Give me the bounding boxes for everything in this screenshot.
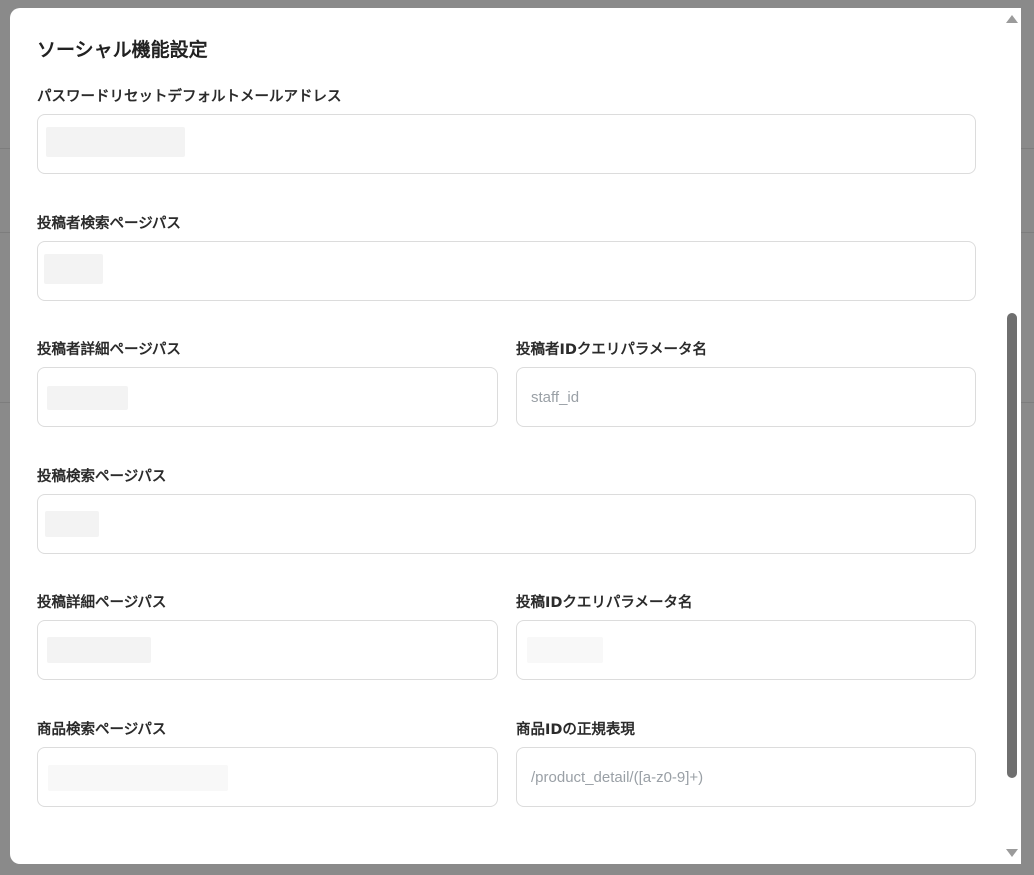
field-label: 商品検索ページパス [37,722,167,738]
author-search-path-field: 投稿者検索ページパス [37,213,976,313]
product-id-regex-input[interactable] [517,748,975,806]
field-label: 投稿者詳細ページパス [37,342,181,358]
field-label: 投稿検索ページパス [37,469,167,485]
post-search-path-input[interactable] [38,495,975,553]
social-settings-modal: ソーシャル機能設定 パスワードリセットデフォルトメールアドレス 投稿者検索ページ… [10,8,1021,864]
author-id-param-field: 投稿者IDクエリパラメータ名 [516,339,976,439]
input-box [37,367,498,427]
field-label: 投稿者IDクエリパラメータ名 [516,342,707,358]
triangle-down-icon[interactable] [1006,849,1018,857]
product-id-regex-field: 商品IDの正規表現 [516,719,976,819]
modal-title: ソーシャル機能設定 [37,39,208,61]
password-reset-email-field: パスワードリセットデフォルトメールアドレス [37,86,976,186]
field-label: 投稿IDクエリパラメータ名 [516,595,693,611]
field-label: パスワードリセットデフォルトメールアドレス [37,89,342,105]
input-box [516,747,976,807]
author-detail-path-input[interactable] [38,368,497,426]
post-search-path-field: 投稿検索ページパス [37,466,976,566]
password-reset-email-input[interactable] [38,115,975,173]
input-box [37,494,976,554]
modal-scrollbar[interactable] [1003,8,1021,864]
input-box [516,367,976,427]
post-detail-path-field: 投稿詳細ページパス [37,592,498,692]
product-search-path-input[interactable] [38,748,497,806]
product-search-path-field: 商品検索ページパス [37,719,498,819]
field-label: 投稿者検索ページパス [37,216,181,232]
triangle-up-icon[interactable] [1006,15,1018,23]
field-label: 商品IDの正規表現 [516,722,635,738]
post-id-param-input[interactable] [517,621,975,679]
input-box [37,620,498,680]
input-box [37,241,976,301]
field-label: 投稿詳細ページパス [37,595,167,611]
author-detail-path-field: 投稿者詳細ページパス [37,339,498,439]
author-search-path-input[interactable] [38,242,975,300]
post-id-param-field: 投稿IDクエリパラメータ名 [516,592,976,692]
author-id-param-input[interactable] [517,368,975,426]
scroll-thumb[interactable] [1007,313,1017,778]
input-box [516,620,976,680]
input-box [37,114,976,174]
input-box [37,747,498,807]
post-detail-path-input[interactable] [38,621,497,679]
